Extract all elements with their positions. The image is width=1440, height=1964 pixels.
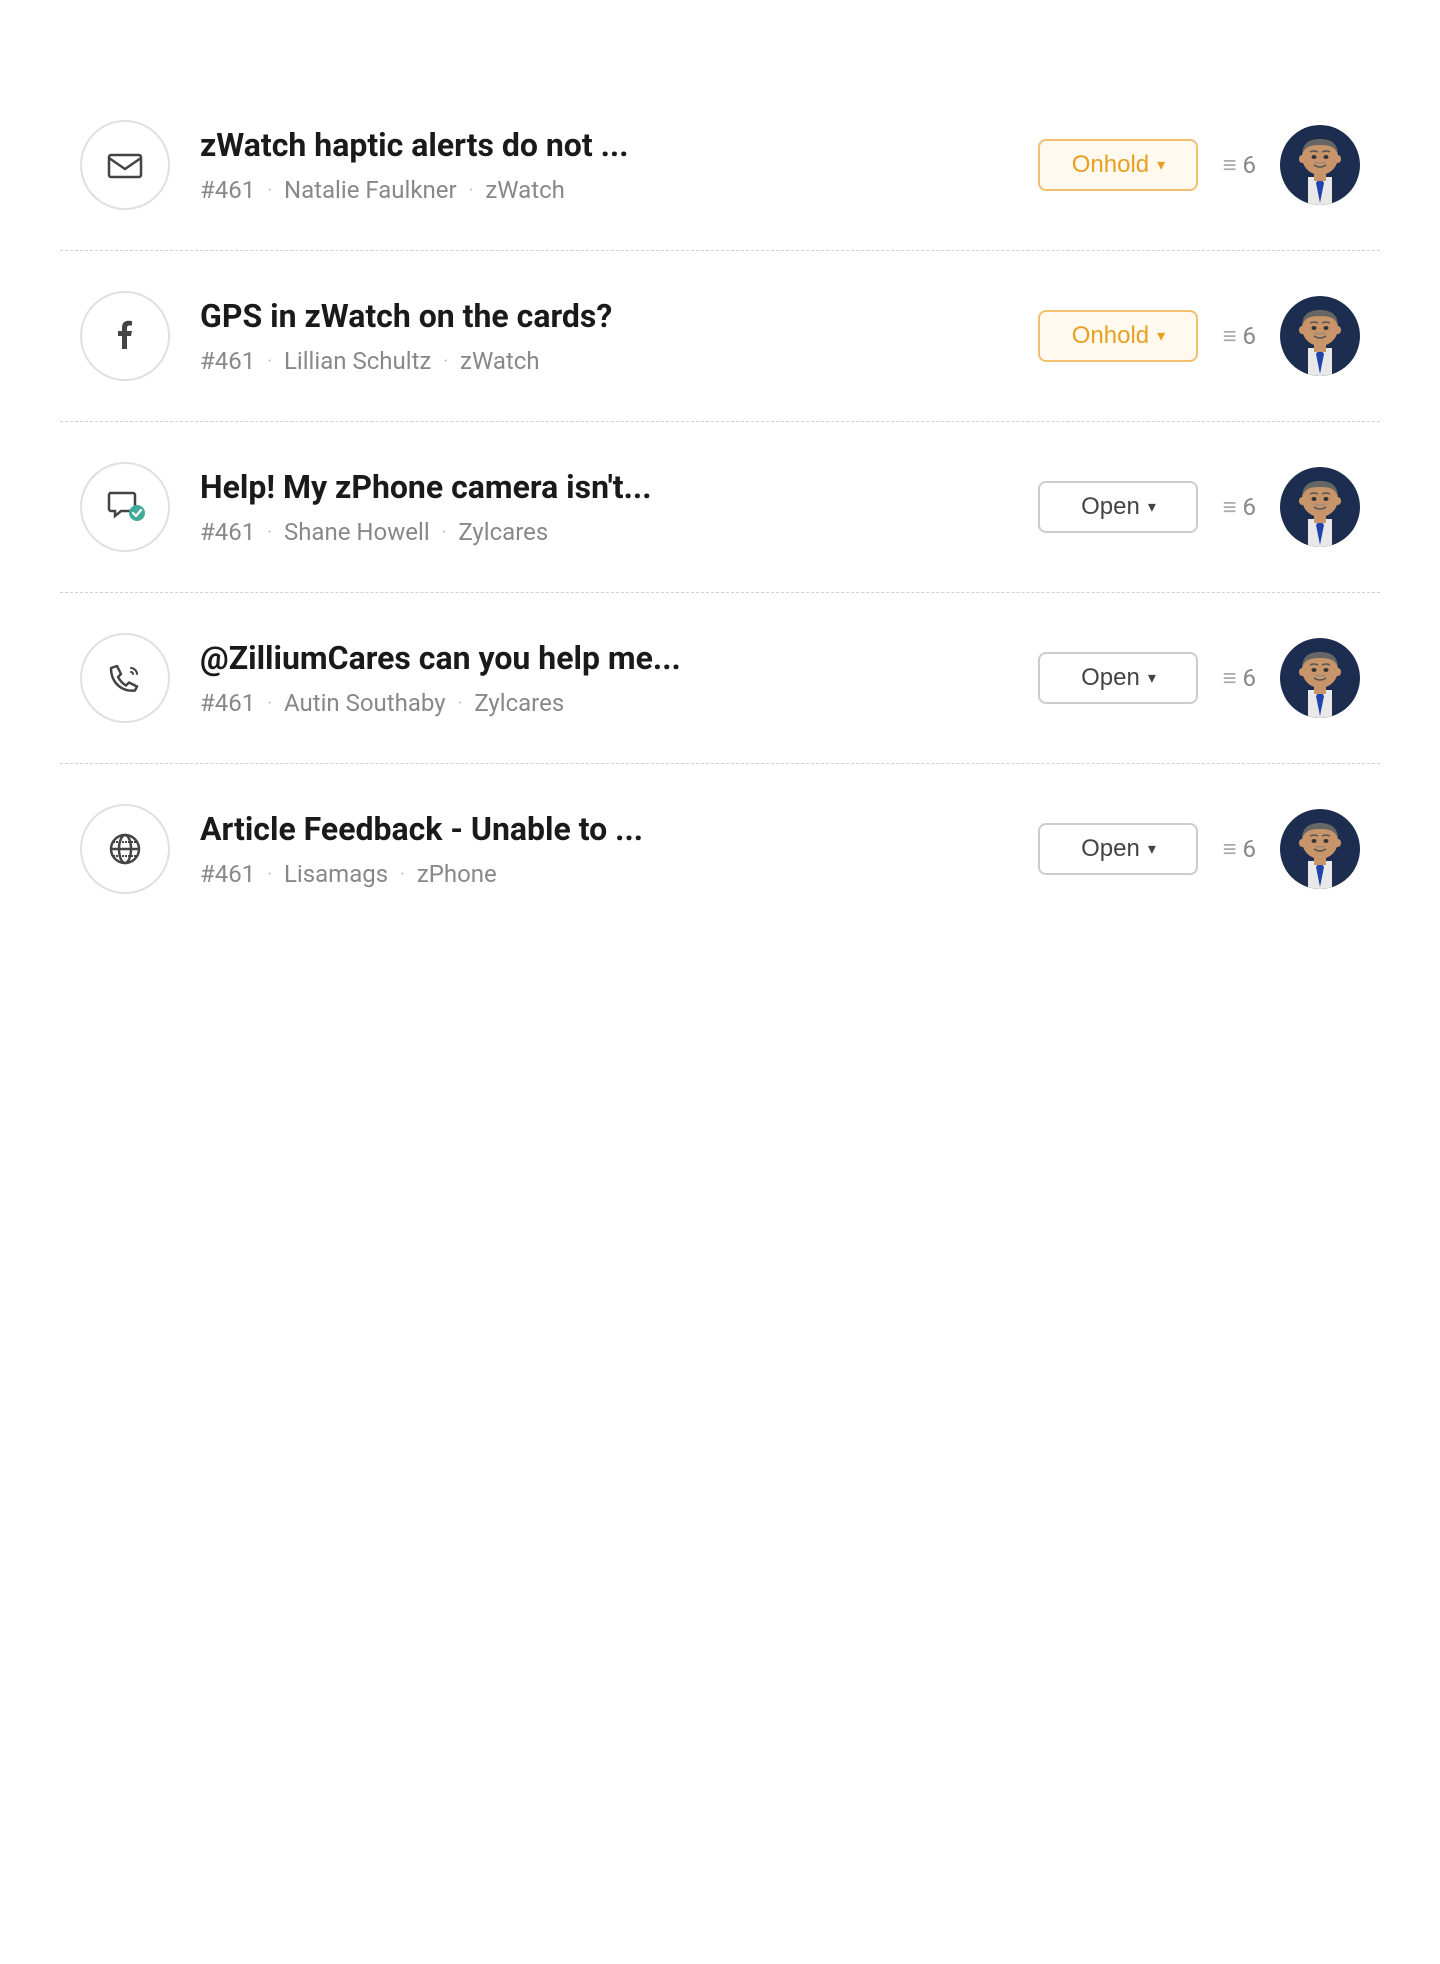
count-value: 6: [1243, 151, 1257, 179]
ticket-right: Onhold ▾ ≡6: [1038, 296, 1360, 376]
ticket-contact: Lillian Schultz: [284, 347, 431, 375]
ticket-item-ticket-1[interactable]: zWatch haptic alerts do not ... #461 · Nata…: [60, 80, 1380, 251]
ticket-title: Help! My zPhone camera isn't...: [200, 468, 1008, 506]
channel-icon-chat: [80, 462, 170, 552]
ticket-count: ≡6: [1222, 322, 1256, 351]
ticket-number: #461: [200, 518, 255, 546]
ticket-title: @ZilliumCares can you help me...: [200, 639, 1008, 677]
lines-icon: ≡: [1222, 835, 1236, 864]
status-badge[interactable]: Open ▾: [1038, 823, 1198, 875]
ticket-list: zWatch haptic alerts do not ... #461 · Nata…: [0, 0, 1440, 1014]
count-value: 6: [1243, 835, 1257, 863]
ticket-item-ticket-5[interactable]: Article Feedback - Unable to ... #461 · Lis…: [60, 764, 1380, 934]
ticket-number: #461: [200, 860, 255, 888]
ticket-number: #461: [200, 176, 255, 204]
ticket-number: #461: [200, 689, 255, 717]
status-label: Open: [1081, 664, 1140, 692]
count-value: 6: [1243, 493, 1257, 521]
status-badge[interactable]: Onhold ▾: [1038, 139, 1198, 191]
meta-separator: ·: [469, 180, 474, 201]
ticket-right: Open ▾ ≡6: [1038, 638, 1360, 718]
ticket-product: zWatch: [485, 176, 565, 204]
ticket-count: ≡6: [1222, 664, 1256, 693]
count-value: 6: [1243, 322, 1257, 350]
status-label: Open: [1081, 835, 1140, 863]
ticket-right: Open ▾ ≡6: [1038, 467, 1360, 547]
agent-avatar: [1280, 809, 1360, 889]
ticket-meta: #461 · Autin Southaby · Zylcares: [200, 689, 1008, 717]
lines-icon: ≡: [1222, 664, 1236, 693]
meta-separator: ·: [267, 522, 272, 543]
ticket-contact: Autin Southaby: [284, 689, 446, 717]
agent-avatar: [1280, 467, 1360, 547]
channel-icon-phone: [80, 633, 170, 723]
agent-avatar: [1280, 296, 1360, 376]
ticket-contact: Natalie Faulkner: [284, 176, 457, 204]
ticket-product: zWatch: [460, 347, 540, 375]
ticket-right: Onhold ▾ ≡6: [1038, 125, 1360, 205]
ticket-info: Article Feedback - Unable to ... #461 · Lis…: [200, 810, 1008, 888]
status-badge[interactable]: Open ▾: [1038, 652, 1198, 704]
meta-separator: ·: [267, 180, 272, 201]
meta-separator: ·: [267, 693, 272, 714]
ticket-contact: Lisamags: [284, 860, 388, 888]
dropdown-arrow-icon: ▾: [1157, 326, 1165, 346]
meta-separator: ·: [400, 864, 405, 885]
status-label: Open: [1081, 493, 1140, 521]
lines-icon: ≡: [1222, 151, 1236, 180]
ticket-product: zPhone: [417, 860, 497, 888]
agent-avatar: [1280, 125, 1360, 205]
ticket-info: @ZilliumCares can you help me... #461 · Aut…: [200, 639, 1008, 717]
ticket-meta: #461 · Shane Howell · Zylcares: [200, 518, 1008, 546]
status-badge[interactable]: Onhold ▾: [1038, 310, 1198, 362]
ticket-info: zWatch haptic alerts do not ... #461 · Nata…: [200, 126, 1008, 204]
status-badge[interactable]: Open ▾: [1038, 481, 1198, 533]
meta-separator: ·: [267, 864, 272, 885]
ticket-title: zWatch haptic alerts do not ...: [200, 126, 1008, 164]
dropdown-arrow-icon: ▾: [1148, 668, 1156, 688]
ticket-info: GPS in zWatch on the cards? #461 · Lillian …: [200, 297, 1008, 375]
channel-icon-web: [80, 804, 170, 894]
ticket-contact: Shane Howell: [284, 518, 430, 546]
meta-separator: ·: [458, 693, 463, 714]
dropdown-arrow-icon: ▾: [1157, 155, 1165, 175]
ticket-meta: #461 · Natalie Faulkner · zWatch: [200, 176, 1008, 204]
ticket-item-ticket-4[interactable]: @ZilliumCares can you help me... #461 · Aut…: [60, 593, 1380, 764]
ticket-title: GPS in zWatch on the cards?: [200, 297, 1008, 335]
agent-avatar: [1280, 638, 1360, 718]
count-value: 6: [1243, 664, 1257, 692]
status-label: Onhold: [1072, 322, 1149, 350]
meta-separator: ·: [267, 351, 272, 372]
ticket-right: Open ▾ ≡6: [1038, 809, 1360, 889]
ticket-meta: #461 · Lisamags · zPhone: [200, 860, 1008, 888]
ticket-number: #461: [200, 347, 255, 375]
status-label: Onhold: [1072, 151, 1149, 179]
ticket-info: Help! My zPhone camera isn't... #461 · Shan…: [200, 468, 1008, 546]
ticket-product: Zylcares: [474, 689, 564, 717]
meta-separator: ·: [442, 522, 447, 543]
ticket-item-ticket-2[interactable]: GPS in zWatch on the cards? #461 · Lillian …: [60, 251, 1380, 422]
channel-icon-email: [80, 120, 170, 210]
ticket-title: Article Feedback - Unable to ...: [200, 810, 1008, 848]
lines-icon: ≡: [1222, 322, 1236, 351]
ticket-meta: #461 · Lillian Schultz · zWatch: [200, 347, 1008, 375]
meta-separator: ·: [443, 351, 448, 372]
dropdown-arrow-icon: ▾: [1148, 839, 1156, 859]
ticket-count: ≡6: [1222, 835, 1256, 864]
ticket-item-ticket-3[interactable]: Help! My zPhone camera isn't... #461 · Shan…: [60, 422, 1380, 593]
ticket-product: Zylcares: [458, 518, 548, 546]
ticket-count: ≡6: [1222, 151, 1256, 180]
ticket-count: ≡6: [1222, 493, 1256, 522]
dropdown-arrow-icon: ▾: [1148, 497, 1156, 517]
lines-icon: ≡: [1222, 493, 1236, 522]
channel-icon-facebook: [80, 291, 170, 381]
